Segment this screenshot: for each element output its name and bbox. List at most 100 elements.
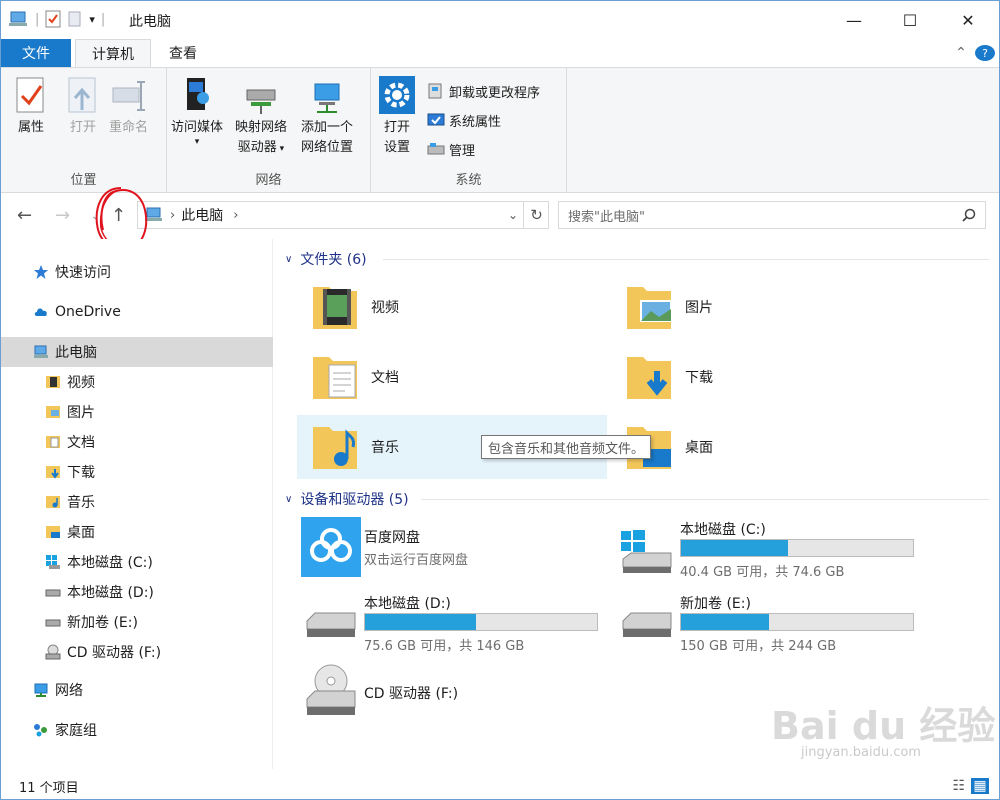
access-media-dropdown-icon: ▾ bbox=[194, 137, 200, 147]
folder-desktop-label: 桌面 bbox=[685, 440, 713, 456]
documents-folder-icon bbox=[313, 357, 357, 399]
drive-f-item[interactable]: CD 驱动器 (F:) bbox=[299, 661, 609, 725]
music-tooltip: 包含音乐和其他音频文件。 bbox=[481, 435, 652, 459]
section-divider bbox=[383, 259, 989, 260]
drive-c-info: 40.4 GB 可用，共 74.6 GB bbox=[680, 565, 845, 580]
baidu-netdisk-subtitle: 双击运行百度网盘 bbox=[364, 553, 469, 568]
homegroup-icon bbox=[34, 724, 47, 737]
folder-desktop[interactable]: 桌面 bbox=[611, 415, 921, 479]
pictures-folder-icon bbox=[627, 287, 672, 329]
nav-quick-access[interactable]: 快速访问 bbox=[1, 257, 273, 287]
properties-quick-icon[interactable] bbox=[45, 10, 61, 28]
ribbon-group-network: 访问媒体 ▾ 映射网络 驱动器 ▾ 添加一个 网络位置 网络 bbox=[167, 68, 371, 192]
folders-header-label: 文件夹 (6) bbox=[300, 252, 367, 268]
system-properties-button[interactable]: 系统属性 bbox=[427, 109, 501, 131]
manage-button[interactable]: 管理 bbox=[427, 138, 475, 160]
nav-onedrive-label: OneDrive bbox=[55, 304, 121, 320]
drive-c-item[interactable]: 本地磁盘 (C:) 40.4 GB 可用，共 74.6 GB bbox=[615, 515, 925, 580]
back-arrow-icon[interactable]: ← bbox=[17, 205, 32, 226]
tab-computer[interactable]: 计算机 bbox=[75, 39, 151, 67]
minimize-button[interactable]: — bbox=[831, 1, 877, 39]
search-box[interactable]: 搜索"此电脑" bbox=[558, 201, 986, 229]
nav-downloads[interactable]: 下载 bbox=[1, 457, 273, 487]
folder-videos[interactable]: 视频 bbox=[297, 275, 607, 339]
nav-this-pc[interactable]: 此电脑 bbox=[1, 337, 273, 367]
new-folder-quick-icon[interactable] bbox=[67, 10, 83, 28]
baidu-netdisk-name: 百度网盘 bbox=[364, 530, 420, 546]
folder-documents[interactable]: 文档 bbox=[297, 345, 607, 409]
open-settings-button[interactable]: 打开 设置 bbox=[379, 76, 415, 158]
nav-drive-c-label: 本地磁盘 (C:) bbox=[67, 555, 153, 571]
collapse-chevron-icon: ∨ bbox=[285, 493, 293, 505]
nav-drive-c[interactable]: 本地磁盘 (C:) bbox=[1, 547, 273, 577]
baidu-netdisk-item[interactable]: 百度网盘 双击运行百度网盘 bbox=[299, 515, 609, 579]
access-media-button[interactable]: 访问媒体 ▾ bbox=[171, 76, 223, 147]
hard-drive-icon bbox=[45, 589, 61, 597]
forward-arrow-icon[interactable]: → bbox=[55, 205, 70, 226]
tab-file[interactable]: 文件 bbox=[1, 39, 71, 67]
status-bar: 11 个项目 ☷ ▦ bbox=[1, 773, 999, 799]
open-settings-label-1: 打开 bbox=[383, 120, 410, 135]
nav-music[interactable]: 音乐 bbox=[1, 487, 273, 517]
devices-section-header[interactable]: ∨ 设备和驱动器 (5) bbox=[285, 489, 409, 509]
windows-drive-icon bbox=[621, 530, 672, 573]
nav-network[interactable]: 网络 bbox=[1, 675, 273, 705]
map-drive-button[interactable]: 映射网络 驱动器 ▾ bbox=[235, 76, 287, 159]
details-view-icon[interactable]: ☷ bbox=[952, 778, 965, 794]
rename-button[interactable]: 重命名 bbox=[109, 76, 148, 138]
devices-header-label: 设备和驱动器 (5) bbox=[300, 492, 409, 508]
hard-drive-icon bbox=[45, 619, 61, 627]
properties-button[interactable]: 属性 bbox=[13, 76, 49, 138]
computer-icon bbox=[34, 345, 48, 358]
drive-c-usage-bar bbox=[680, 539, 914, 557]
nav-pictures-label: 图片 bbox=[67, 405, 95, 421]
pictures-folder-icon bbox=[46, 406, 60, 418]
manage-icon bbox=[427, 143, 445, 155]
help-icon[interactable]: ? bbox=[975, 45, 995, 61]
folder-downloads[interactable]: 下载 bbox=[611, 345, 921, 409]
drive-e-name: 新加卷 (E:) bbox=[680, 596, 751, 612]
open-button[interactable]: 打开 bbox=[65, 76, 101, 138]
drive-d-item[interactable]: 本地磁盘 (D:) 75.6 GB 可用，共 146 GB bbox=[299, 589, 609, 654]
folder-pictures[interactable]: 图片 bbox=[611, 275, 921, 339]
collapse-ribbon-icon[interactable]: ⌃ bbox=[951, 39, 971, 67]
nav-videos[interactable]: 视频 bbox=[1, 367, 273, 397]
music-folder-icon bbox=[313, 427, 357, 469]
nav-drive-d[interactable]: 本地磁盘 (D:) bbox=[1, 577, 273, 607]
nav-pictures[interactable]: 图片 bbox=[1, 397, 273, 427]
breadcrumb-chevron-icon-2[interactable]: › bbox=[233, 208, 238, 223]
nav-documents[interactable]: 文档 bbox=[1, 427, 273, 457]
nav-drive-f-label: CD 驱动器 (F:) bbox=[67, 645, 162, 661]
customize-toolbar-icon[interactable]: ▾ bbox=[89, 13, 95, 26]
address-bar[interactable]: › 此电脑 › ⌄ bbox=[137, 201, 549, 229]
title-bar: | ▾ | 此电脑 — ☐ ✕ bbox=[1, 1, 999, 39]
add-location-label-1: 添加一个 bbox=[301, 120, 354, 135]
uninstall-button[interactable]: 卸载或更改程序 bbox=[427, 80, 540, 102]
folders-section-header[interactable]: ∨ 文件夹 (6) bbox=[285, 249, 367, 269]
search-input[interactable]: 搜索"此电脑" bbox=[568, 206, 645, 225]
windows-drive-icon bbox=[46, 555, 60, 569]
nav-drive-e[interactable]: 新加卷 (E:) bbox=[1, 607, 273, 637]
drive-e-usage-bar bbox=[680, 613, 914, 631]
breadcrumb-chevron-icon[interactable]: › bbox=[170, 208, 175, 223]
ribbon-group-system: 打开 设置 卸载或更改程序 系统属性 管理 系统 bbox=[371, 68, 567, 192]
breadcrumb-this-pc[interactable]: 此电脑 bbox=[181, 205, 223, 225]
nav-homegroup[interactable]: 家庭组 bbox=[1, 715, 273, 745]
nav-onedrive[interactable]: OneDrive bbox=[1, 297, 273, 327]
nav-desktop[interactable]: 桌面 bbox=[1, 517, 273, 547]
drive-e-item[interactable]: 新加卷 (E:) 150 GB 可用，共 244 GB bbox=[615, 589, 925, 654]
drive-f-name: CD 驱动器 (F:) bbox=[364, 686, 459, 702]
nav-network-label: 网络 bbox=[55, 683, 83, 699]
quick-access-toolbar: | ▾ | bbox=[9, 10, 105, 28]
close-button[interactable]: ✕ bbox=[945, 1, 991, 39]
baidu-watermark: Bai du 经验 bbox=[771, 704, 996, 748]
maximize-button[interactable]: ☐ bbox=[887, 1, 933, 39]
add-network-location-button[interactable]: 添加一个 网络位置 bbox=[301, 76, 353, 158]
drive-d-name: 本地磁盘 (D:) bbox=[364, 596, 451, 612]
tab-view[interactable]: 查看 bbox=[157, 39, 209, 67]
refresh-icon[interactable]: ↻ bbox=[523, 201, 549, 229]
address-dropdown-icon[interactable]: ⌄ bbox=[508, 208, 518, 222]
large-icons-view-icon[interactable]: ▦ bbox=[971, 778, 989, 794]
nav-drive-f[interactable]: CD 驱动器 (F:) bbox=[1, 637, 273, 667]
media-icon bbox=[187, 78, 209, 110]
